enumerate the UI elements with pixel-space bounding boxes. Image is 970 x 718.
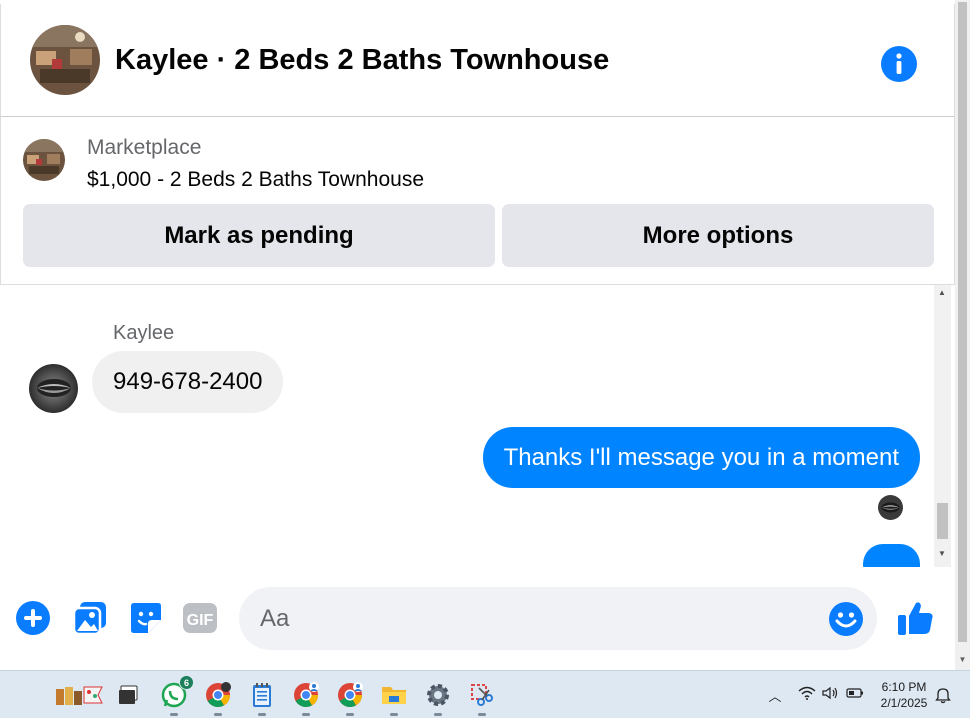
listing-price-title[interactable]: $1,000 - 2 Beds 2 Baths Townhouse: [87, 168, 424, 192]
sticker-icon[interactable]: [128, 600, 164, 636]
notification-bell-icon[interactable]: [932, 681, 954, 709]
running-indicator: [302, 713, 310, 716]
clock-date: 2/1/2025: [880, 696, 928, 710]
mark-as-pending-button[interactable]: Mark as pending: [23, 204, 495, 267]
sender-avatar[interactable]: [29, 364, 78, 413]
info-icon[interactable]: [881, 46, 917, 82]
incoming-message-bubble[interactable]: 949-678-2400: [92, 351, 284, 413]
sender-name: Kaylee: [113, 322, 175, 344]
running-indicator: [346, 713, 354, 716]
outgoing-message-bubble[interactable]: Thanks I'll message you in a moment: [482, 427, 920, 488]
conversation-title: Kaylee · 2 Beds 2 Baths Townhouse: [115, 44, 610, 76]
page-scrollbar[interactable]: ▼: [955, 0, 970, 670]
chrome-profile-icon[interactable]: [292, 681, 320, 716]
clock-time: 6:10 PM: [881, 680, 927, 694]
running-indicator: [390, 713, 398, 716]
windows-taskbar: 6 ︿ 6:10 PM 2/1/2025: [0, 670, 970, 718]
settings-icon[interactable]: [424, 681, 452, 716]
widgets-icon[interactable]: [54, 681, 104, 709]
thread-scrollbar-thumb[interactable]: [937, 503, 948, 539]
gif-label: GIF: [187, 612, 214, 629]
scroll-down-arrow-icon[interactable]: ▼: [938, 549, 946, 558]
whatsapp-badge: 6: [179, 675, 194, 690]
thread-scrollbar[interactable]: ▲ ▼: [934, 285, 951, 567]
page-scroll-down-icon[interactable]: ▼: [958, 655, 967, 665]
conversation-avatar[interactable]: [30, 25, 100, 95]
task-view-icon[interactable]: [114, 681, 142, 709]
listing-thumbnail[interactable]: [23, 139, 65, 181]
thumbs-up-icon[interactable]: [896, 598, 933, 635]
photo-icon[interactable]: [72, 600, 108, 636]
listing-source: Marketplace: [87, 136, 202, 159]
snipping-tool-icon[interactable]: [468, 681, 496, 716]
chrome-profile-2-icon[interactable]: [336, 681, 364, 716]
message-input[interactable]: [239, 587, 877, 650]
chrome-icon[interactable]: [204, 681, 232, 716]
running-indicator: [258, 713, 266, 716]
system-clock[interactable]: 6:10 PM 2/1/2025: [872, 679, 936, 711]
volume-icon[interactable]: [822, 686, 840, 705]
wifi-icon[interactable]: [798, 686, 816, 705]
running-indicator: [478, 713, 486, 716]
scroll-up-arrow-icon[interactable]: ▲: [938, 288, 946, 297]
running-indicator: [434, 713, 442, 716]
more-options-button[interactable]: More options: [502, 204, 934, 267]
read-receipt-avatar: [878, 495, 903, 520]
marketplace-listing-card: Marketplace $1,000 - 2 Beds 2 Baths Town…: [0, 117, 955, 285]
message-thread[interactable]: Kaylee 949-678-2400 Thanks I'll message …: [0, 285, 955, 567]
chevron-up-icon[interactable]: ︿: [766, 686, 784, 705]
running-indicator: [170, 713, 178, 716]
plus-icon[interactable]: [15, 600, 51, 636]
gif-icon[interactable]: GIF: [182, 600, 218, 636]
file-explorer-icon[interactable]: [380, 681, 408, 716]
running-indicator: [214, 713, 222, 716]
conversation-header: Kaylee · 2 Beds 2 Baths Townhouse: [0, 4, 955, 117]
battery-icon[interactable]: [846, 686, 864, 704]
messenger-window: Kaylee · 2 Beds 2 Baths Townhouse Market…: [0, 0, 955, 670]
message-composer: GIF: [0, 567, 955, 670]
emoji-icon[interactable]: [828, 601, 864, 637]
outgoing-message-bubble-partial[interactable]: [863, 544, 920, 567]
whatsapp-icon[interactable]: 6: [160, 675, 194, 716]
page-scrollbar-thumb[interactable]: [958, 2, 967, 642]
system-tray: ︿: [766, 671, 864, 718]
notepad-icon[interactable]: [248, 681, 276, 716]
